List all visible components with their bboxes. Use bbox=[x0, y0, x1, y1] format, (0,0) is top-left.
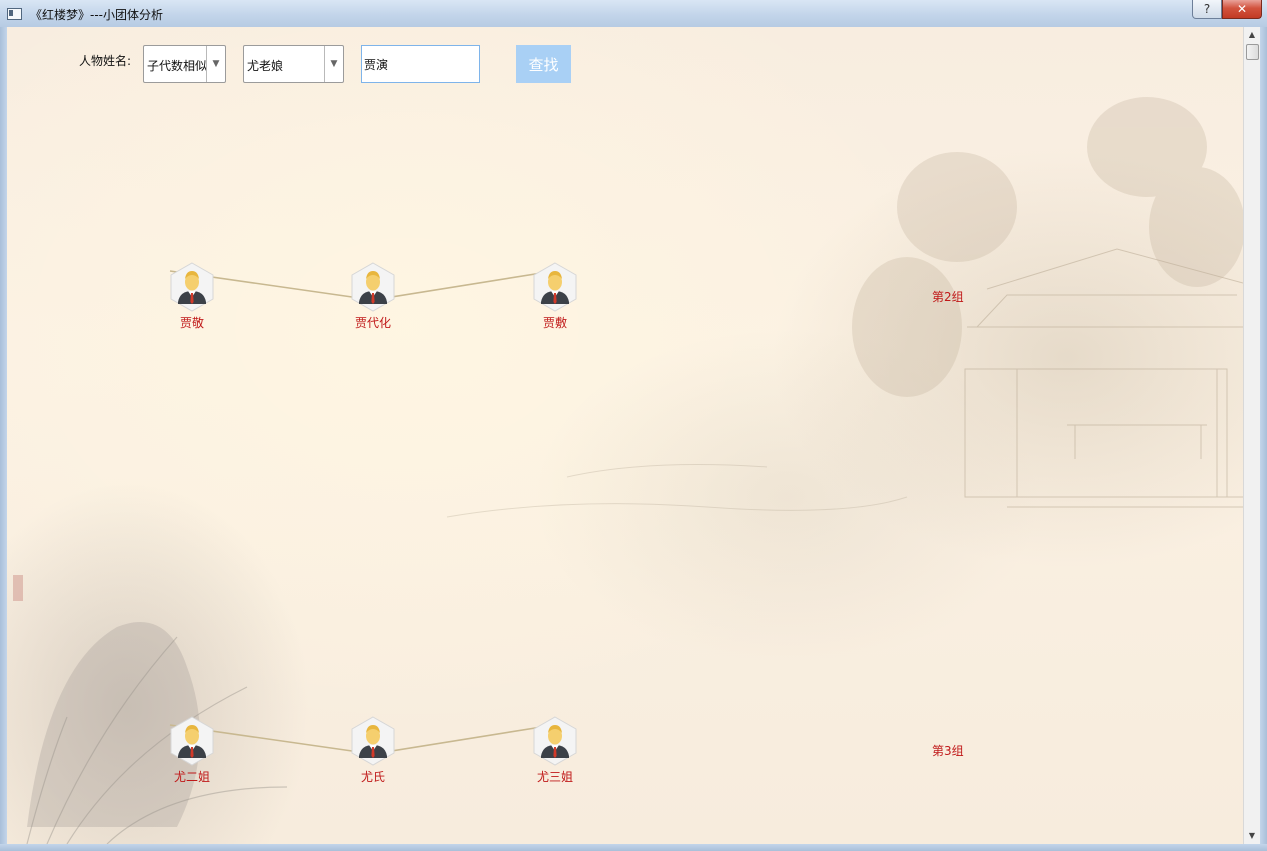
window-frame-bottom bbox=[0, 844, 1267, 851]
window-frame-right bbox=[1260, 27, 1267, 851]
help-button[interactable]: ? bbox=[1192, 0, 1222, 19]
scroll-thumb[interactable] bbox=[1246, 44, 1259, 60]
person-select[interactable]: 尤老娘 ▼ bbox=[243, 45, 344, 83]
scroll-up-icon[interactable]: ▲ bbox=[1244, 27, 1260, 43]
group-label: 第2组 bbox=[932, 290, 964, 304]
person-name-label: 人物姓名: bbox=[79, 54, 132, 68]
person-avatar-icon bbox=[533, 716, 577, 766]
scroll-down-icon[interactable]: ▼ bbox=[1244, 828, 1260, 844]
vertical-scrollbar[interactable]: ▲ ▼ bbox=[1243, 27, 1260, 844]
group-label: 第3组 bbox=[932, 744, 964, 758]
search-button[interactable]: 查找 bbox=[516, 45, 571, 83]
person-avatar-icon bbox=[170, 716, 214, 766]
person-name-input[interactable] bbox=[361, 45, 480, 83]
person-node[interactable]: 尤三姐 bbox=[530, 716, 580, 786]
person-node[interactable]: 尤二姐 bbox=[167, 716, 217, 786]
app-icon bbox=[7, 8, 22, 20]
analysis-mode-select[interactable]: 子代数相似 ▼ bbox=[143, 45, 226, 83]
person-name: 贾敬 bbox=[179, 316, 204, 330]
title-bar: 《红楼梦》---小团体分析 ? ✕ bbox=[0, 0, 1267, 28]
person-node[interactable]: 贾敷 bbox=[530, 262, 580, 332]
person-node[interactable]: 贾敬 bbox=[167, 262, 217, 332]
person-avatar-icon bbox=[351, 716, 395, 766]
person-name: 尤二姐 bbox=[173, 770, 210, 784]
person-node[interactable]: 贾代化 bbox=[348, 262, 398, 332]
close-button[interactable]: ✕ bbox=[1222, 0, 1262, 19]
chevron-down-icon[interactable]: ▼ bbox=[206, 46, 225, 82]
person-node[interactable]: 尤氏 bbox=[348, 716, 398, 786]
person-select-value: 尤老娘 bbox=[247, 59, 284, 73]
close-icon: ✕ bbox=[1236, 2, 1248, 16]
person-name: 贾代化 bbox=[354, 316, 391, 330]
person-avatar-icon bbox=[170, 262, 214, 312]
analysis-mode-value: 子代数相似 bbox=[147, 59, 208, 73]
window-frame-left bbox=[0, 27, 7, 851]
person-avatar-icon bbox=[533, 262, 577, 312]
person-name: 尤氏 bbox=[360, 770, 385, 784]
person-name: 尤三姐 bbox=[536, 770, 573, 784]
help-icon: ? bbox=[1203, 2, 1211, 16]
person-avatar-icon bbox=[351, 262, 395, 312]
window-title: 《红楼梦》---小团体分析 bbox=[30, 8, 163, 22]
chevron-down-icon[interactable]: ▼ bbox=[324, 46, 343, 82]
person-name: 贾敷 bbox=[542, 316, 567, 330]
